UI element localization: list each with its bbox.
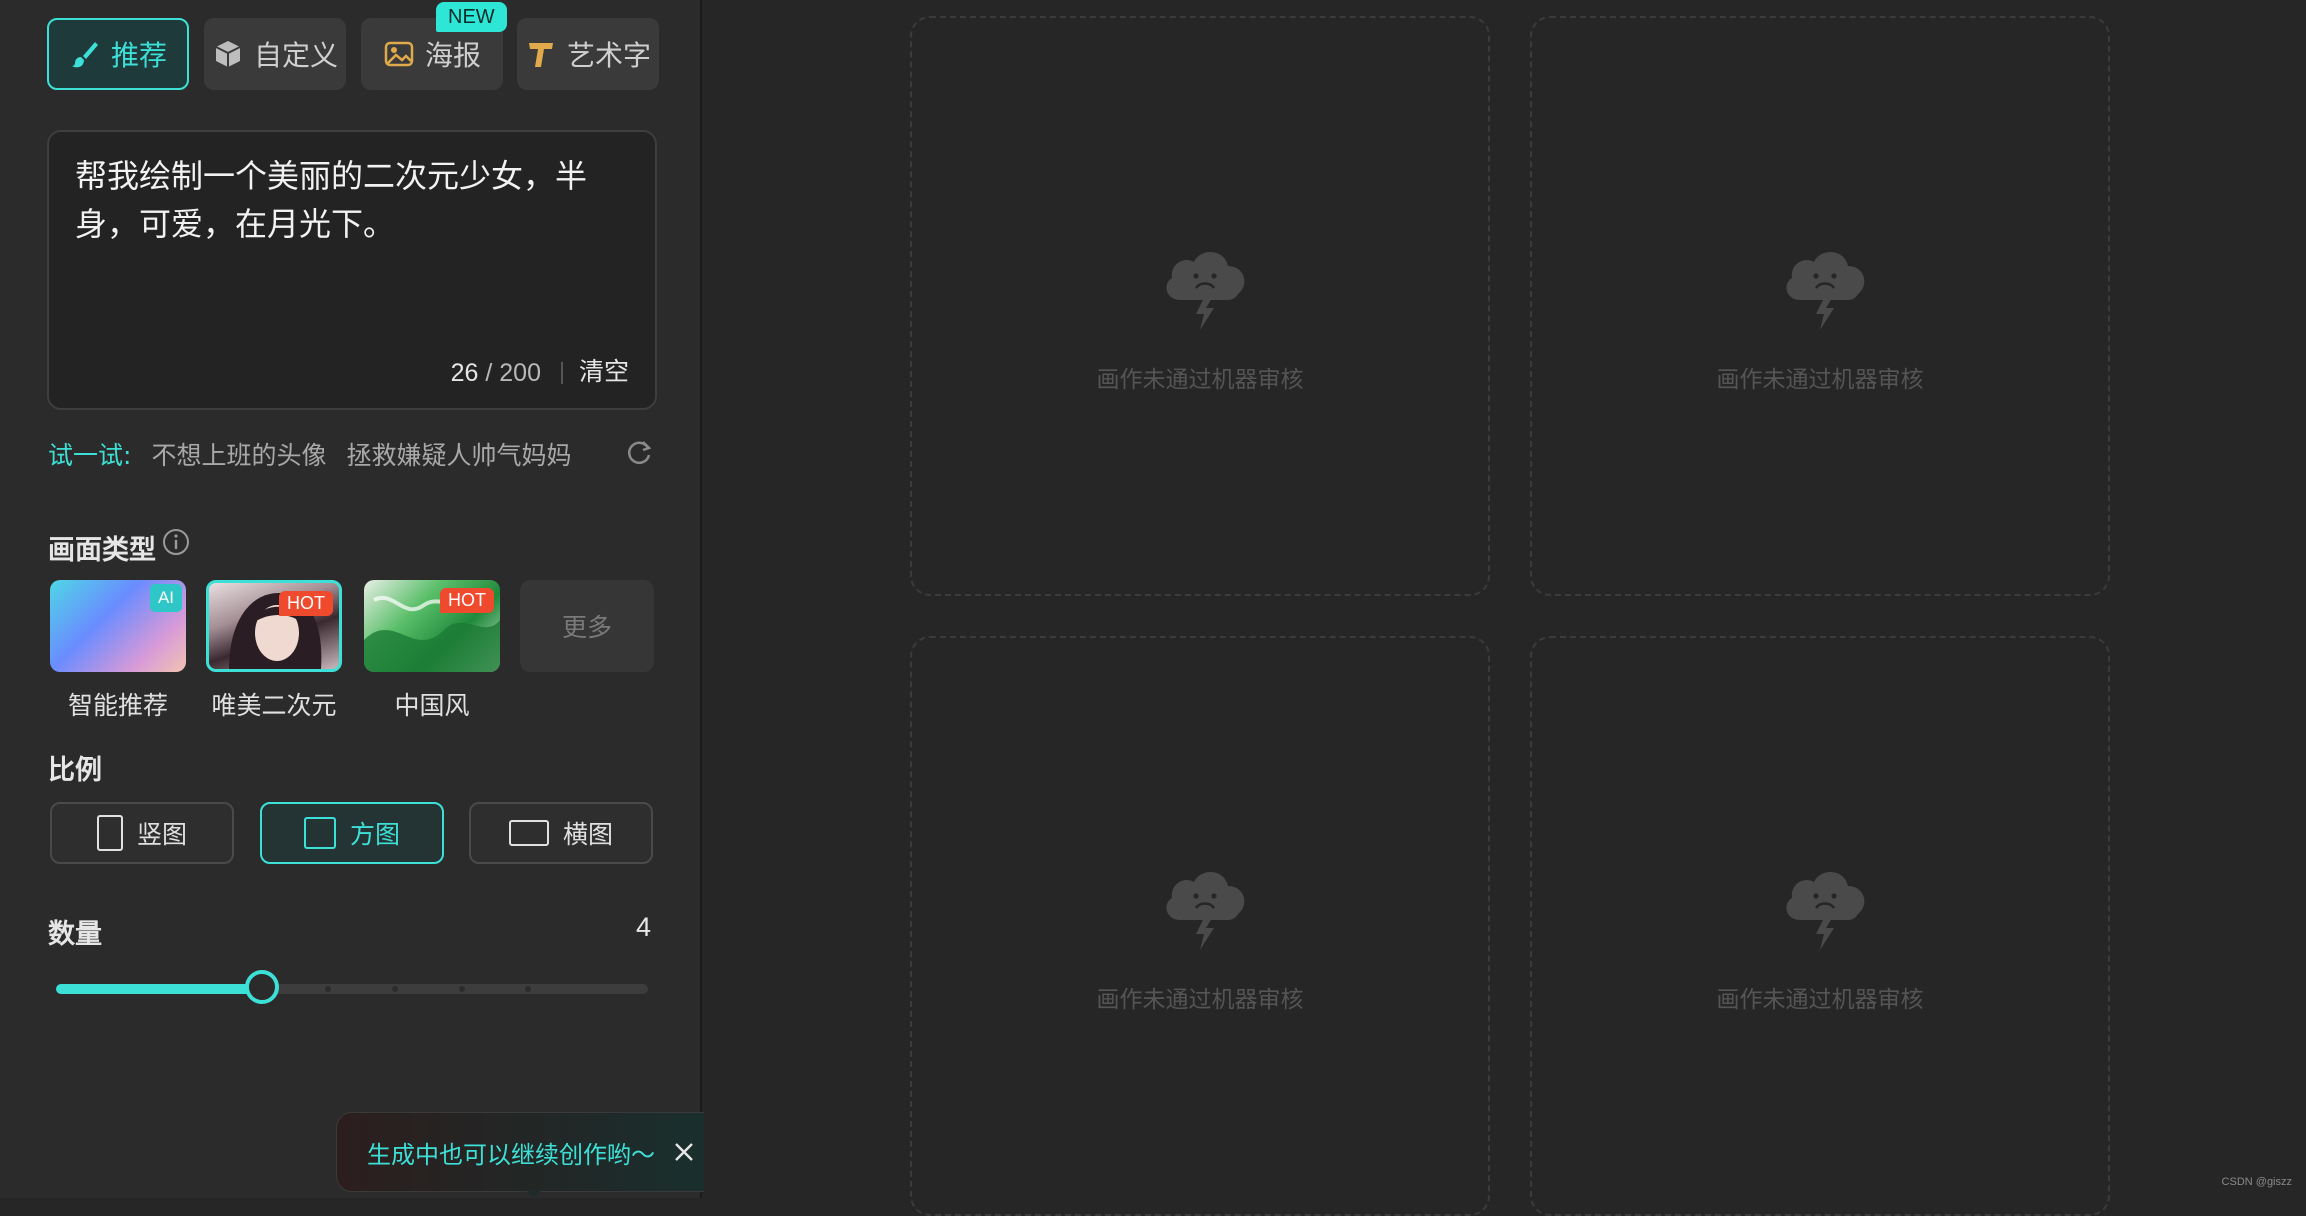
quantity-slider[interactable]	[56, 970, 648, 1004]
suggestion-item[interactable]: 不想上班的头像	[151, 436, 326, 472]
refresh-icon[interactable]	[624, 438, 654, 468]
review-failed-text: 画作未通过机器审核	[1096, 987, 1304, 1013]
cube-icon	[215, 41, 241, 67]
toast-notification: 生成中也可以继续创作哟～	[336, 1112, 734, 1192]
hot-badge: HOT	[440, 588, 494, 613]
slider-thumb[interactable]	[245, 970, 279, 1004]
prompt-textarea[interactable]: 帮我绘制一个美丽的二次元少女，半身，可爱，在月光下。 26 / 200 清空	[47, 130, 657, 410]
style-card-anime[interactable]: HOT	[206, 580, 342, 672]
result-card[interactable]: 画作未通过机器审核	[910, 16, 1490, 596]
char-count: 26	[450, 359, 479, 387]
tab-label: 推荐	[110, 39, 167, 72]
ratio-label: 方图	[349, 820, 400, 849]
clear-button[interactable]: 清空	[579, 352, 629, 388]
sad-cloud-icon	[1166, 251, 1245, 330]
style-section-title: 画面类型	[48, 535, 156, 566]
ratio-label: 竖图	[136, 820, 187, 849]
watermark: CSDN @giszz	[2221, 1176, 2292, 1188]
slider-step-dot	[392, 986, 398, 992]
try-label: 试一试:	[48, 441, 132, 470]
review-failed-text: 画作未通过机器审核	[1716, 987, 1924, 1013]
result-card[interactable]: 画作未通过机器审核	[910, 636, 1490, 1216]
toast-text: 生成中也可以继续创作哟～	[367, 1140, 655, 1169]
ratio-label: 横图	[562, 820, 613, 849]
ai-badge: AI	[150, 584, 182, 612]
toast-pointer	[526, 1190, 542, 1198]
square-icon	[303, 817, 336, 849]
image-icon	[384, 41, 414, 67]
text-t-icon	[528, 43, 553, 67]
slider-step-dot	[459, 986, 465, 992]
try-suggestions: 试一试: 不想上班的头像 拯救嫌疑人帅气妈妈	[48, 436, 571, 472]
ratio-landscape-button[interactable]: 横图	[469, 802, 653, 864]
new-badge: NEW	[436, 2, 507, 32]
sad-cloud-icon	[1166, 871, 1245, 950]
more-styles-button[interactable]: 更多	[520, 580, 654, 672]
quantity-section-title: 数量	[48, 919, 102, 950]
char-counter: 26 / 200	[451, 359, 541, 388]
suggestion-item[interactable]: 拯救嫌疑人帅气妈妈	[346, 436, 571, 472]
tab-recommend[interactable]: 推荐	[47, 18, 189, 90]
tab-art-text[interactable]: 艺术字	[517, 18, 659, 90]
tab-label: 海报	[424, 39, 481, 72]
result-card[interactable]: 画作未通过机器审核	[1530, 16, 2110, 596]
char-max: / 200	[485, 359, 541, 387]
quantity-value: 4	[636, 912, 652, 942]
left-panel: 推荐 自定义 海报 NEW 艺术字 帮我绘制一个美丽的二次元少女，半身，可爱，在…	[0, 0, 702, 1198]
brush-icon	[71, 42, 98, 68]
style-card-chinese[interactable]: HOT	[364, 580, 500, 672]
slider-fill	[56, 984, 262, 994]
portrait-icon	[96, 815, 123, 851]
result-area: 画作未通过机器审核 画作未通过机器审核 画作未通过机器审核 画作未通过机器审核	[704, 0, 2306, 1216]
style-label: 中国风	[394, 691, 470, 720]
ratio-square-button[interactable]: 方图	[260, 802, 444, 864]
style-card-smart[interactable]: AI	[50, 580, 186, 672]
sad-cloud-icon	[1786, 871, 1865, 950]
ratio-section-title: 比例	[48, 755, 102, 786]
slider-step-dot	[325, 986, 331, 992]
tab-custom[interactable]: 自定义	[204, 18, 346, 90]
info-icon[interactable]	[162, 528, 190, 556]
close-icon[interactable]	[673, 1141, 695, 1163]
hot-badge: HOT	[279, 591, 333, 616]
prompt-text[interactable]: 帮我绘制一个美丽的二次元少女，半身，可爱，在月光下。	[75, 152, 615, 248]
tab-label: 自定义	[253, 39, 338, 72]
tab-label: 艺术字	[566, 39, 651, 72]
style-label: 唯美二次元	[211, 691, 337, 720]
landscape-icon	[508, 820, 549, 846]
result-card[interactable]: 画作未通过机器审核	[1530, 636, 2110, 1216]
slider-step-dot	[525, 986, 531, 992]
sad-cloud-icon	[1786, 251, 1865, 330]
review-failed-text: 画作未通过机器审核	[1716, 367, 1924, 393]
style-label: 智能推荐	[67, 691, 168, 720]
ratio-portrait-button[interactable]: 竖图	[50, 802, 234, 864]
review-failed-text: 画作未通过机器审核	[1096, 367, 1304, 393]
divider	[561, 362, 563, 384]
